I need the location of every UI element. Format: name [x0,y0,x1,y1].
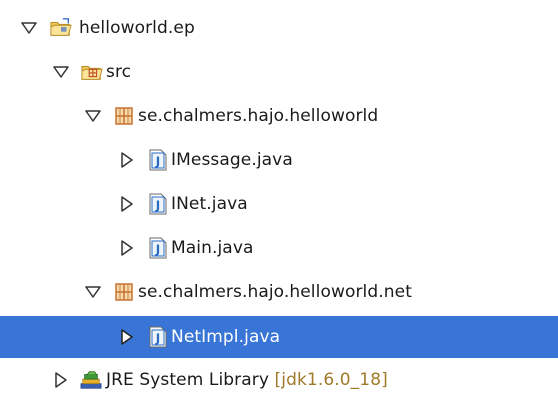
package-icon [113,105,135,127]
tree-item-label: se.chalmers.hajo.helloworld [138,106,379,126]
svg-text:J: J [155,243,160,257]
tree-item-label: JRE System Library [jdk1.6.0_18] [106,370,388,390]
chevron-right-icon[interactable] [118,328,136,346]
tree-item-label: se.chalmers.hajo.helloworld.net [138,282,412,302]
tree-item-label: IMessage.java [171,150,293,170]
tree-item-label: src [106,62,132,82]
svg-text:J: J [155,155,160,169]
java-file-icon: J [147,149,169,171]
tree-item-label: NetImpl.java [171,327,281,347]
tree-item-netimpl-java[interactable]: J NetImpl.java [0,316,558,358]
chevron-down-icon[interactable] [20,19,38,37]
tree-item-imessage-java[interactable]: J IMessage.java [0,138,558,182]
source-folder-icon [81,61,103,83]
tree-item-project[interactable]: helloworld.ep [0,6,558,50]
java-file-icon: J [147,193,169,215]
project-folder-icon [50,17,72,39]
chevron-right-icon[interactable] [118,239,136,257]
svg-text:J: J [155,332,160,346]
chevron-down-icon[interactable] [84,107,102,125]
tree-item-src[interactable]: src [0,50,558,94]
library-icon [80,369,102,391]
chevron-right-icon[interactable] [118,151,136,169]
tree-item-package-helloworld[interactable]: se.chalmers.hajo.helloworld [0,94,558,138]
chevron-right-icon[interactable] [118,195,136,213]
chevron-down-icon[interactable] [84,283,102,301]
library-decoration: [jdk1.6.0_18] [274,370,388,390]
tree-item-jre-system-library[interactable]: JRE System Library [jdk1.6.0_18] [0,358,558,402]
java-file-icon: J [147,237,169,259]
tree-item-package-helloworld-net[interactable]: se.chalmers.hajo.helloworld.net [0,270,558,314]
library-name: JRE System Library [106,370,270,390]
svg-text:J: J [155,199,160,213]
tree-item-label: Main.java [171,238,254,258]
chevron-right-icon[interactable] [52,371,70,389]
java-file-icon: J [147,326,169,348]
tree-item-inet-java[interactable]: J INet.java [0,182,558,226]
package-icon [113,281,135,303]
tree-item-label: helloworld.ep [79,18,195,38]
tree-item-main-java[interactable]: J Main.java [0,226,558,270]
package-explorer-tree: helloworld.ep src se.chalmers.hajo.hello… [0,0,558,412]
chevron-down-icon[interactable] [52,63,70,81]
tree-item-label: INet.java [171,194,248,214]
